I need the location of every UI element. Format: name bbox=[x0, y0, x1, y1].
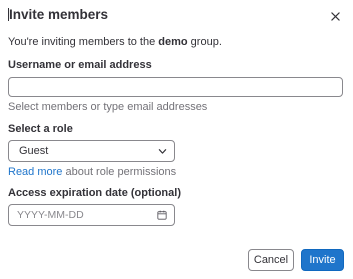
intro-prefix: You're inviting members to the bbox=[8, 36, 159, 48]
role-select[interactable]: Guest bbox=[8, 140, 175, 162]
role-permissions-help: Read more about role permissions bbox=[8, 165, 176, 179]
read-more-suffix: about role permissions bbox=[62, 166, 177, 178]
username-input[interactable] bbox=[8, 77, 343, 97]
chevron-down-icon bbox=[158, 149, 167, 154]
group-name: demo bbox=[158, 36, 188, 48]
intro-suffix: group. bbox=[187, 36, 222, 48]
cancel-button[interactable]: Cancel bbox=[248, 249, 294, 271]
role-select-value: Guest bbox=[19, 145, 49, 157]
intro-text: You're inviting members to the demo grou… bbox=[8, 35, 222, 49]
invite-button[interactable]: Invite bbox=[301, 249, 344, 271]
calendar-icon[interactable] bbox=[157, 210, 167, 220]
read-more-link[interactable]: Read more bbox=[8, 166, 62, 178]
invite-members-modal: Invite members You're inviting members t… bbox=[0, 0, 353, 279]
modal-title: Invite members bbox=[8, 6, 108, 24]
role-label: Select a role bbox=[8, 123, 73, 135]
modal-title-text: Invite members bbox=[9, 7, 109, 22]
username-label: Username or email address bbox=[8, 59, 152, 71]
expiration-date-placeholder: YYYY-MM-DD bbox=[17, 209, 84, 221]
close-button[interactable] bbox=[327, 8, 343, 24]
username-help-text: Select members or type email addresses bbox=[8, 101, 208, 113]
expiration-label: Access expiration date (optional) bbox=[8, 187, 181, 199]
close-icon bbox=[330, 11, 340, 21]
expiration-date-input[interactable]: YYYY-MM-DD bbox=[8, 204, 175, 226]
